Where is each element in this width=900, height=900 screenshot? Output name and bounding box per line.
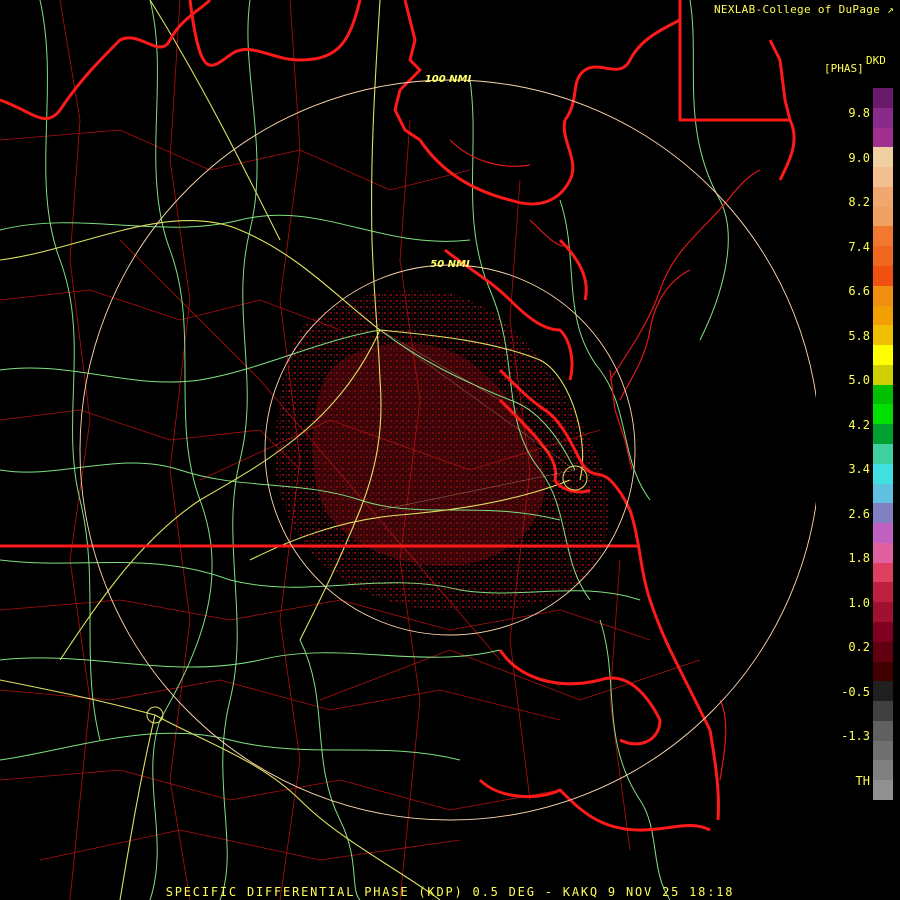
scale-tick-label: 5.8 [848, 328, 870, 343]
scale-tick-label: 1.8 [848, 551, 870, 565]
scale-tick-label: 4.2 [848, 417, 870, 432]
scale-swatch [873, 186, 893, 208]
scale-swatch [873, 305, 893, 326]
scale-swatch [873, 661, 893, 682]
scale-tick-label: 6.6 [848, 284, 870, 298]
scale-swatch [873, 483, 893, 504]
scale-swatch [873, 582, 893, 603]
range-ring-100-label: 100 NMI [425, 74, 472, 85]
scale-swatch [873, 503, 893, 524]
scale-swatch [873, 720, 893, 742]
logo-icon: ↗ [880, 3, 894, 16]
scale-swatch [873, 760, 893, 781]
radar-map: 50 NMI 100 NMI [0, 0, 900, 900]
product-code: DKD [866, 54, 886, 67]
scale-swatch [873, 523, 893, 544]
scale-swatch [873, 226, 893, 247]
scale-tick-label: 0.2 [848, 640, 870, 654]
scale-swatch [873, 740, 893, 761]
product-footer: SPECIFIC DIFFERENTIAL PHASE (KDP) 0.5 DE… [165, 885, 735, 899]
scale-tick-label: -1.3 [841, 729, 870, 743]
scale-swatch [873, 88, 893, 109]
scale-swatch [873, 127, 893, 148]
scale-swatch [873, 602, 893, 623]
scale-swatch [873, 266, 893, 287]
scale-swatch [873, 167, 893, 188]
scale-tick-label: 9.0 [848, 150, 870, 165]
scale-swatch [873, 542, 893, 564]
scale-tick-label: 9.8 [848, 106, 870, 120]
scale-swatch [873, 404, 893, 425]
scale-tick-label: 3.4 [848, 462, 870, 476]
color-scale-bar [873, 88, 893, 801]
scale-swatch [873, 364, 893, 386]
scale-swatch [873, 562, 893, 583]
scale-swatch [873, 681, 893, 702]
scale-tick-label: -0.5 [841, 684, 870, 699]
range-ring-50-label: 50 NMI [430, 259, 470, 270]
units-label: [PHAS] [824, 62, 864, 75]
scale-tick-label: 1.0 [848, 595, 870, 610]
scale-swatch [873, 147, 893, 168]
scale-swatch [873, 622, 893, 643]
scale-swatch [873, 701, 893, 722]
scale-swatch [873, 780, 893, 801]
scale-swatch [873, 444, 893, 465]
scale-swatch [873, 325, 893, 346]
scale-swatch [873, 345, 893, 366]
scale-swatch [873, 641, 893, 663]
scale-tick-label: 5.0 [848, 373, 870, 387]
scale-swatch [873, 285, 893, 307]
scale-tick-label: 7.4 [848, 239, 870, 254]
scale-tick-label: TH [855, 773, 870, 788]
scale-swatch [873, 384, 893, 405]
scale-swatch [873, 424, 893, 445]
scale-tick-label: 2.6 [848, 506, 870, 521]
scale-swatch [873, 463, 893, 485]
scale-swatch [873, 246, 893, 267]
scale-swatch [873, 206, 893, 227]
scale-tick-label: 8.2 [848, 195, 870, 209]
scale-swatch [873, 107, 893, 129]
credit-label: NEXLAB-College of DuPage ↗ [713, 3, 894, 16]
